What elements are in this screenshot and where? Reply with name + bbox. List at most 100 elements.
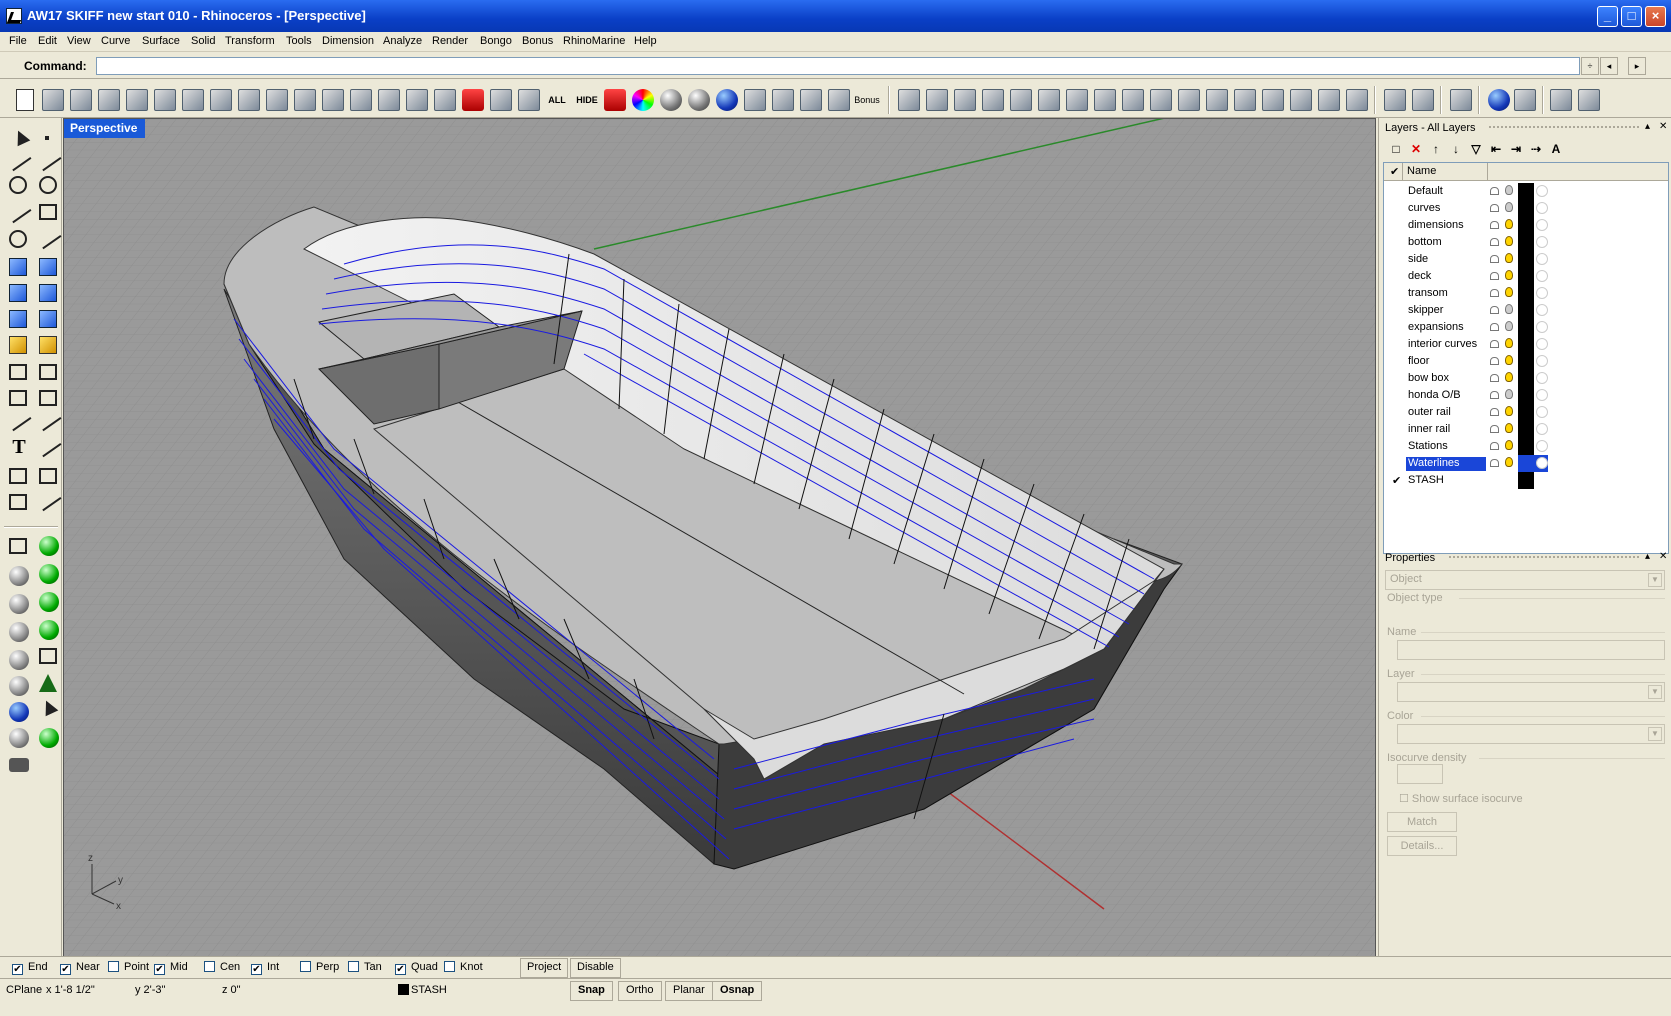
zoom-window-icon[interactable] [322, 89, 344, 111]
group-icon[interactable] [9, 390, 27, 406]
maximize-button[interactable]: □ [1621, 6, 1642, 27]
layer-name[interactable]: deck [1406, 270, 1433, 284]
layers-icon[interactable] [604, 89, 626, 111]
properties-panel-grip[interactable] [1449, 556, 1639, 562]
layer-color-swatch[interactable] [1518, 200, 1534, 217]
panel-tool-icon[interactable] [1578, 89, 1600, 111]
marine-tool-icon[interactable] [1206, 89, 1228, 111]
checkbox-box[interactable]: ✔ [251, 964, 262, 975]
text-icon[interactable]: T [8, 436, 30, 458]
layer-row[interactable]: side [1384, 251, 1668, 268]
move-layer-down-icon[interactable]: ↓ [1447, 140, 1465, 158]
layer-row[interactable]: inner rail [1384, 421, 1668, 438]
lock-icon[interactable] [1490, 221, 1499, 229]
trim-icon[interactable] [39, 336, 57, 354]
layer-dropdown[interactable]: ▼ [1397, 682, 1665, 702]
open-file-icon[interactable] [42, 89, 64, 111]
ground-plane-icon[interactable] [39, 648, 57, 664]
help-question-icon[interactable] [828, 89, 850, 111]
layer-row[interactable]: honda O/B [1384, 387, 1668, 404]
layer-color-swatch[interactable] [1518, 234, 1534, 251]
join-icon[interactable] [9, 364, 27, 380]
lightbulb-icon[interactable] [1505, 270, 1513, 280]
viewport-title-tab[interactable]: Perspective [64, 119, 146, 138]
surface-tool-icon[interactable] [898, 89, 920, 111]
blue-sphere-icon[interactable] [9, 702, 29, 722]
menu-tools[interactable]: Tools [286, 35, 312, 47]
lock-icon[interactable] [1490, 238, 1499, 246]
layer-text-icon[interactable]: A [1547, 140, 1565, 158]
print-icon[interactable] [98, 89, 120, 111]
checkbox-box[interactable] [348, 961, 359, 972]
properties-pin-button[interactable]: ▴ [1645, 551, 1650, 562]
mesh-icon[interactable] [39, 310, 57, 328]
layer-name[interactable]: interior curves [1406, 338, 1479, 352]
lock-icon[interactable] [1490, 204, 1499, 212]
shaded-view-icon[interactable] [660, 89, 682, 111]
layer-row[interactable]: curves [1384, 200, 1668, 217]
layer-color-swatch[interactable] [1518, 472, 1534, 489]
menu-bongo[interactable]: Bongo [480, 35, 512, 47]
lock-icon[interactable] [1490, 289, 1499, 297]
layer-row[interactable]: transom [1384, 285, 1668, 302]
menu-view[interactable]: View [67, 35, 91, 47]
marine-tool-icon[interactable] [1178, 89, 1200, 111]
globe-icon[interactable] [9, 728, 29, 748]
circle-icon[interactable] [9, 176, 27, 194]
material-icon[interactable] [39, 592, 59, 612]
menu-render[interactable]: Render [432, 35, 468, 47]
object-dropdown[interactable]: Object ▼ [1385, 570, 1665, 590]
checkbox-box[interactable]: ✔ [154, 964, 165, 975]
osnap-tan-checkbox[interactable]: Tan [348, 961, 382, 973]
minimize-button[interactable]: _ [1597, 6, 1618, 27]
tree-icon[interactable] [39, 674, 57, 692]
layer-color-swatch[interactable] [1518, 438, 1534, 455]
perspective-viewport[interactable]: z y x Perspective [63, 118, 1376, 970]
osnap-end-checkbox[interactable]: ✔ End [12, 961, 48, 975]
disable-button[interactable]: Disable [570, 958, 621, 978]
lightbulb-icon[interactable] [1505, 287, 1513, 297]
search-help-icon[interactable] [1514, 89, 1536, 111]
lock-icon[interactable] [1490, 187, 1499, 195]
move-layer-up-icon[interactable]: ↑ [1427, 140, 1445, 158]
spotlight-icon[interactable] [39, 697, 59, 717]
lightbulb-icon[interactable] [1505, 423, 1513, 433]
material-icon[interactable] [1536, 321, 1548, 333]
osnap-mid-checkbox[interactable]: ✔ Mid [154, 961, 188, 975]
delete-layer-icon[interactable]: ✕ [1407, 140, 1425, 158]
checkbox-box[interactable] [300, 961, 311, 972]
material-icon[interactable] [1536, 389, 1548, 401]
lightbulb-icon[interactable] [1505, 202, 1513, 212]
osnap-near-checkbox[interactable]: ✔ Near [60, 961, 100, 975]
marine-tool-icon[interactable] [1318, 89, 1340, 111]
material-icon[interactable] [1536, 406, 1548, 418]
lightbulb-icon[interactable] [1505, 185, 1513, 195]
isocurve-density-stepper[interactable] [1397, 764, 1443, 784]
details-button[interactable]: Details... [1387, 836, 1457, 856]
polygon-icon[interactable] [9, 230, 27, 248]
material-icon[interactable] [1536, 355, 1548, 367]
color-wheel-icon[interactable] [632, 89, 654, 111]
osnap-cen-checkbox[interactable]: Cen [204, 961, 240, 973]
hull-tool-icon[interactable] [1412, 89, 1434, 111]
osnap-point-checkbox[interactable]: Point [108, 961, 149, 973]
cylinder-icon[interactable] [9, 310, 27, 328]
menu-transform[interactable]: Transform [225, 35, 275, 47]
layer-row[interactable]: skipper [1384, 302, 1668, 319]
select-arrow-icon[interactable] [11, 127, 31, 147]
paste-icon[interactable] [182, 89, 204, 111]
lightbulb-icon[interactable] [1505, 236, 1513, 246]
help-icon[interactable] [1488, 89, 1510, 111]
layer-name[interactable]: Waterlines [1406, 457, 1486, 471]
layer-row[interactable]: expansions [1384, 319, 1668, 336]
lightbulb-icon[interactable] [1505, 389, 1513, 399]
scale-icon[interactable] [36, 434, 62, 458]
layer-name[interactable]: side [1406, 253, 1430, 267]
layer-color-swatch[interactable] [1518, 183, 1534, 200]
marine-tool-icon[interactable] [1234, 89, 1256, 111]
layer-name[interactable]: dimensions [1406, 219, 1466, 233]
camera-icon[interactable] [9, 758, 29, 772]
render-icon[interactable] [716, 89, 738, 111]
lightbulb-icon[interactable] [1505, 440, 1513, 450]
layers-close-button[interactable]: ✕ [1659, 121, 1667, 132]
